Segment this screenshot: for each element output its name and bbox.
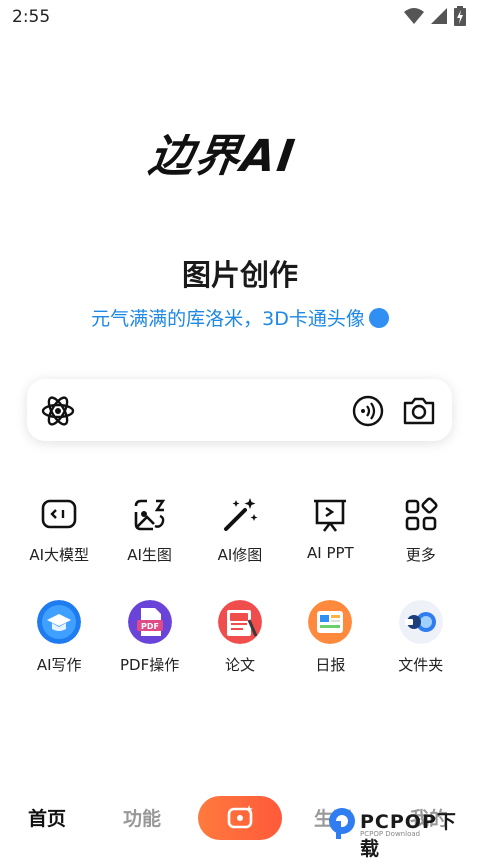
presentation-icon	[314, 499, 347, 532]
paper-icon	[217, 600, 262, 644]
logo-text: 边界AI	[145, 131, 300, 182]
graduation-cap-icon	[37, 600, 82, 644]
tool-ai-image[interactable]: AI生图	[104, 492, 194, 565]
tool-ai-retouch[interactable]: AI修图	[195, 492, 285, 565]
pdf-icon: PDF	[127, 600, 172, 644]
tool-ai-model[interactable]: AI大模型	[14, 492, 104, 565]
app-daily-report[interactable]: 日报	[285, 600, 375, 675]
app-label: 文件夹	[398, 656, 444, 674]
prompt-suggestion-text: 元气满满的库洛米，3D卡通头像	[91, 308, 365, 330]
camera-icon[interactable]	[402, 395, 436, 427]
voice-icon[interactable]	[352, 395, 384, 427]
tab-home[interactable]: 首页	[28, 804, 66, 831]
app-label: 论文	[224, 656, 255, 674]
pcpop-watermark: PCPOP下载 PCPOP Download	[326, 803, 476, 860]
prompt-suggestion[interactable]: 元气满满的库洛米，3D卡通头像	[0, 304, 480, 331]
wifi-icon	[404, 8, 424, 24]
atom-icon[interactable]	[41, 394, 75, 428]
app-label: AI写作	[36, 656, 82, 674]
app-pdf[interactable]: PDF PDF操作	[104, 600, 194, 675]
tool-label: 更多	[405, 546, 436, 564]
tool-label: AI大模型	[29, 546, 90, 564]
app-label: 日报	[315, 656, 346, 674]
watermark-subtext: PCPOP Download	[360, 830, 421, 838]
status-bar: 2:55	[0, 0, 480, 34]
page-title: 图片创作	[181, 258, 298, 292]
tool-ai-ppt[interactable]: AI PPT	[285, 492, 375, 565]
tool-more[interactable]: 更多	[376, 492, 466, 565]
tool-label: AI PPT	[307, 544, 354, 562]
app-folder[interactable]: 文件夹	[376, 600, 466, 675]
status-icons	[404, 6, 466, 26]
app-paper[interactable]: 论文	[195, 600, 285, 675]
status-time: 2:55	[12, 7, 51, 27]
image-gen-icon	[134, 499, 165, 531]
svg-text:PDF: PDF	[141, 622, 159, 631]
folder-icon	[398, 600, 443, 644]
battery-icon	[454, 6, 466, 26]
app-ai-writing[interactable]: AI写作	[14, 600, 104, 675]
signal-icon	[431, 8, 447, 24]
chat-bubble-icon	[41, 499, 77, 529]
blue-dot-icon	[368, 308, 389, 328]
tool-label: AI生图	[127, 546, 172, 564]
app-grid: AI写作 PDF PDF操作 论文 日报 文件夹	[14, 600, 466, 675]
tab-features[interactable]: 功能	[123, 804, 161, 831]
daily-report-icon	[308, 600, 353, 644]
prompt-input-bar[interactable]	[27, 379, 452, 441]
sparkle-camera-icon	[227, 805, 253, 829]
tool-grid: AI大模型 AI生图 AI修图 AI PPT 更多	[14, 492, 466, 565]
grid-more-icon	[405, 497, 438, 531]
tool-label: AI修图	[217, 546, 263, 564]
app-logo: 边界AI	[146, 120, 330, 182]
create-button[interactable]	[198, 796, 282, 840]
app-label: PDF操作	[119, 656, 180, 674]
magic-wand-icon	[223, 498, 258, 531]
